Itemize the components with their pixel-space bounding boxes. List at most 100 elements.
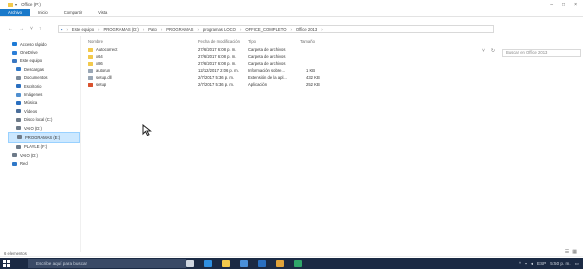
folder-icon [88,54,93,59]
nav-item-label: Este equipo [20,58,43,64]
notification-icon[interactable]: ▭ [575,259,579,268]
clock[interactable]: 5:50 p. m. [550,259,570,268]
nav-item-label: PROGRAMAS (E:) [25,134,61,140]
task-view-icon[interactable] [186,260,194,267]
nav-item[interactable]: Imágenes [12,90,80,98]
forward-arrow-icon[interactable]: → [19,26,24,32]
tab-home[interactable]: Inicio [30,9,56,16]
nav-item-label: Red [20,161,28,167]
dropdown-icon[interactable]: ▾ [15,2,17,7]
file-name: setup.dll [96,75,112,80]
drive-icon [16,144,21,149]
explorer-icon[interactable] [222,260,230,267]
nav-item[interactable]: Este equipo [12,57,80,65]
breadcrumb-item[interactable]: Office 2013 [296,27,317,32]
folder-icon [8,2,13,7]
nav-item[interactable]: VAIO (D:) [12,151,80,159]
language-indicator[interactable]: ESP [537,259,546,268]
network-tray-icon[interactable]: ▪ [525,259,527,268]
title-bar: ▾ Office (P:) – □ × [0,0,583,9]
chrome-icon[interactable] [276,260,284,267]
chevron-down-icon[interactable]: ˅ [30,26,33,32]
file-name: setup [96,82,107,87]
file-row[interactable]: setup 2/7/2017 5:36 p. m. Aplicación 252 KB [88,82,388,88]
up-arrow-icon[interactable]: ↑ [39,26,42,32]
nav-item[interactable]: PLAYLE (F:) [12,143,80,151]
nav-item[interactable]: VAIO (D:) [12,124,80,132]
breadcrumb-item[interactable]: Pato [148,27,157,32]
tab-file[interactable]: Archivo [0,9,30,16]
nav-item[interactable]: Música [12,99,80,107]
tab-share[interactable]: Compartir [56,9,90,16]
breadcrumb-item[interactable]: OFFICE_COMPLETO [245,27,286,32]
file-icon [88,68,93,73]
network-icon [12,161,17,166]
file-row[interactable]: Autocorrect 27/6/2017 6:08 p. m. Carpeta d… [88,47,388,53]
details-view-icon[interactable]: ☰ [565,249,569,255]
drive-icon [17,135,22,140]
back-arrow-icon[interactable]: ← [8,26,13,32]
file-date: 2/7/2017 5:36 p. m. [198,82,235,87]
refresh-icon[interactable]: ↻ [491,48,495,54]
file-date: 27/6/2017 6:08 p. m. [198,54,237,59]
nav-item[interactable]: OneDrive [12,48,80,56]
minimize-button[interactable]: – [550,2,553,8]
volume-icon[interactable]: ◂ [531,259,533,268]
nav-item[interactable]: Disco local (C:) [12,116,80,124]
explorer-window: ▾ Office (P:) – □ × Archivo Inicio Compa… [0,0,583,257]
file-type: Información sobre... [248,68,286,73]
tab-view[interactable]: Vista [90,9,115,16]
maximize-button[interactable]: □ [562,2,565,8]
file-row[interactable]: x86 27/6/2017 6:08 p. m. Carpeta de archiv… [88,61,388,67]
video-icon [16,109,21,114]
column-size[interactable]: Tamaño [300,39,315,44]
nav-item-label: VAIO (D:) [20,152,38,158]
star-icon [12,42,17,47]
taskbar-search[interactable]: Escribe aquí para buscar [28,259,186,268]
search-input[interactable]: Buscar en Office 2013 [502,49,581,57]
file-size: 1 KB [306,68,316,73]
file-row[interactable]: x64 27/6/2017 6:08 p. m. Carpeta de archiv… [88,54,388,60]
computer-icon [12,58,17,63]
file-type: Extensión de la apl... [248,75,287,80]
address-bar[interactable]: ▪ › Este equipo › PROGRAMAS (D:) › Pato … [58,25,494,33]
pane-divider[interactable] [80,36,81,252]
nav-item[interactable]: Escritorio [12,82,80,90]
music-icon [16,100,21,105]
chevron-up-icon[interactable]: ^ [519,259,521,268]
mail-icon[interactable] [258,260,266,267]
nav-item[interactable]: Acceso rápido [12,40,80,48]
folder-icon [88,61,93,66]
file-name: autorun [96,68,111,73]
desktop-icon [16,84,21,89]
app-icon[interactable] [294,260,302,267]
file-row[interactable]: setup.dll 2/7/2017 5:36 p. m. Extensión de… [88,75,388,81]
breadcrumb-item[interactable]: Este equipo [72,27,94,32]
download-icon [16,67,21,72]
tiles-view-icon[interactable]: ▦ [572,249,577,255]
nav-item[interactable]: Red [12,159,80,167]
breadcrumb-item[interactable]: PROGRAMAS (D:) [103,27,138,32]
drive-icon [16,117,21,122]
taskbar: Escribe aquí para buscar ^ ▪ ◂ ESP 5:50 … [0,258,583,269]
quick-access-toolbar: ▾ [8,2,17,7]
store-icon[interactable] [240,260,248,267]
edge-icon[interactable] [204,260,212,267]
nav-item[interactable]: Documentos [12,74,80,82]
column-name[interactable]: Nombre [88,39,103,44]
nav-item-label: Acceso rápido [20,41,47,47]
file-type: Carpeta de archivos [248,61,286,66]
address-row: ← → ˅ ↑ ▪ › Este equipo › PROGRAMAS (D:)… [0,24,583,57]
nav-item[interactable]: Vídeos [12,107,80,115]
breadcrumb-item[interactable]: programas LOCO [203,27,236,32]
dropdown-icon[interactable]: ˅ [482,48,485,54]
start-button[interactable] [3,260,10,267]
nav-item[interactable]: Descargas [12,65,80,73]
file-size: 252 KB [306,82,320,87]
close-button[interactable]: × [574,2,577,8]
breadcrumb-item[interactable]: PROGRAMAS [166,27,193,32]
column-type[interactable]: Tipo [248,39,256,44]
nav-item[interactable]: PROGRAMAS (E:) [8,132,80,143]
column-date[interactable]: Fecha de modificación [198,39,240,44]
file-row[interactable]: autorun 12/12/2017 2:06 p. m. Información … [88,68,388,74]
